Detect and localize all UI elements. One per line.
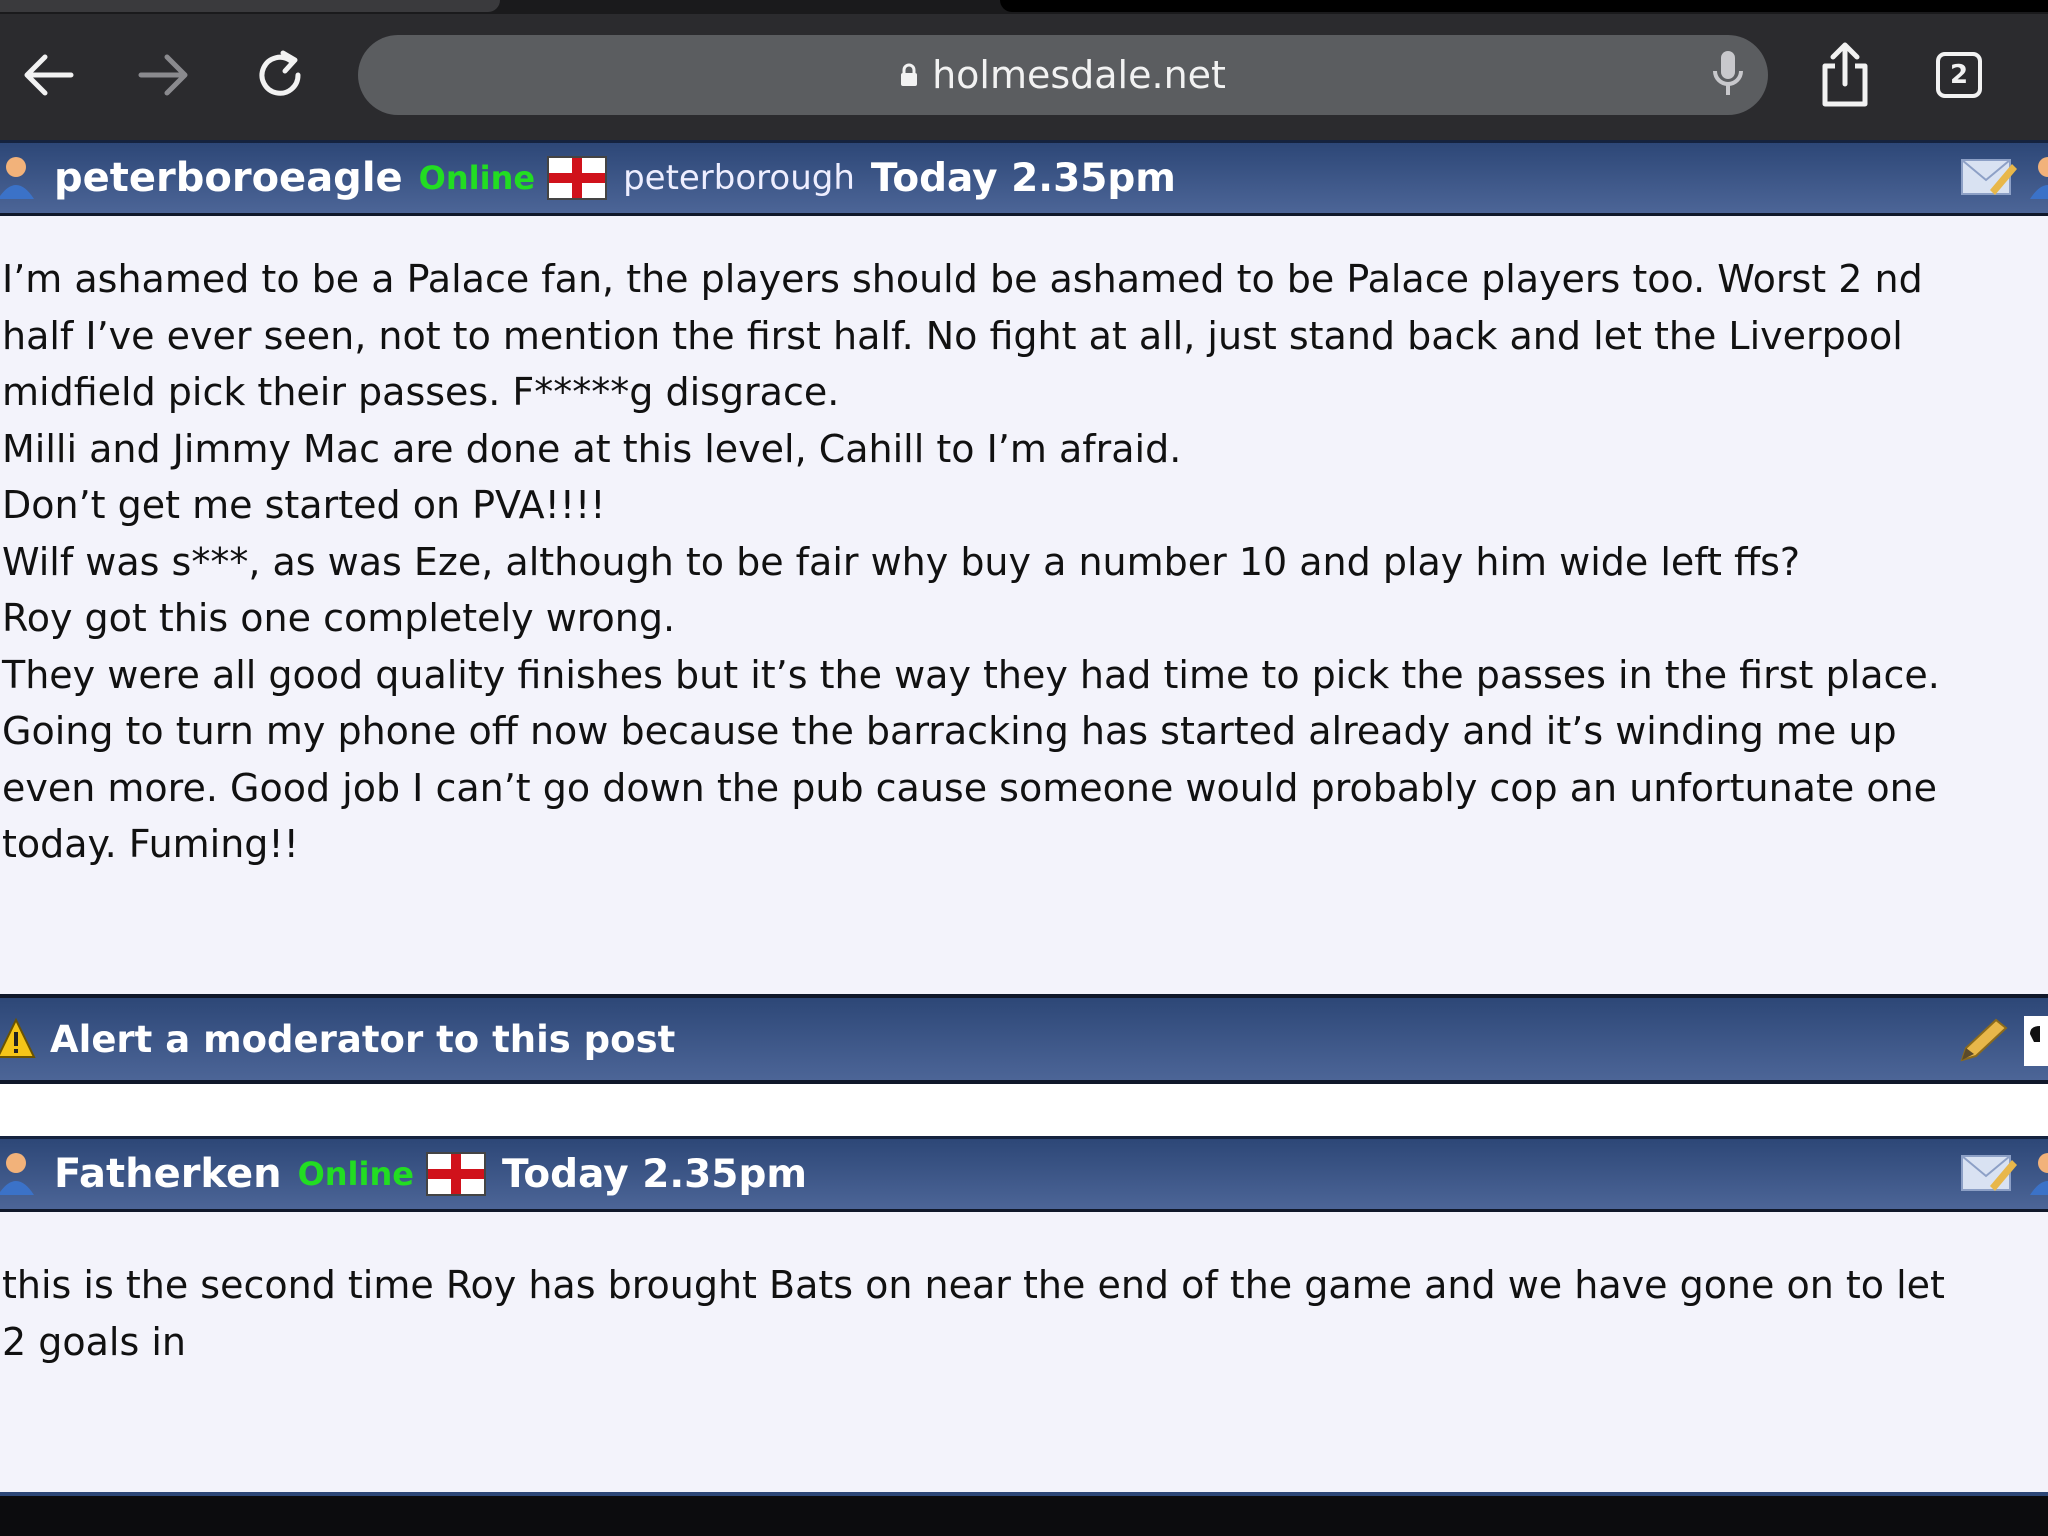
microphone-icon[interactable]	[1710, 49, 1746, 101]
back-button[interactable]	[14, 40, 84, 110]
post-text-line: Going to turn my phone off now because t…	[2, 709, 1897, 753]
post-text-line: They were all good quality finishes but …	[2, 652, 1940, 697]
online-status: Online	[297, 1155, 414, 1193]
user-profile-icon[interactable]	[2028, 153, 2048, 203]
post-time: Today 2.35pm	[870, 155, 1176, 201]
post-header: peterboroeagle Online peterborough Today…	[0, 140, 2048, 216]
post-body: I’m ashamed to be a Palace fan, the play…	[0, 251, 2048, 873]
user-icon	[0, 157, 34, 199]
post-text-line: Roy got this one completely wrong.	[2, 596, 676, 640]
post-text-line: today. Fuming!!	[2, 822, 299, 866]
lock-icon	[901, 63, 918, 86]
post-text-line: 2 goals in	[2, 1319, 186, 1364]
post-text-line: this is the second time Roy has brought …	[2, 1263, 1945, 1307]
alert-moderator-link[interactable]: Alert a moderator to this post	[50, 1018, 675, 1061]
username-link[interactable]: Fatherken	[54, 1151, 282, 1197]
private-message-icon[interactable]	[1960, 1150, 2018, 1198]
address-bar[interactable]: holmesdale.net	[358, 35, 1768, 115]
url-text: holmesdale.net	[932, 53, 1226, 97]
arrow-right-icon	[138, 54, 188, 96]
quote-icon[interactable]	[2024, 1016, 2048, 1066]
post-text-line: Wilf was s***, as was Eze, although to b…	[2, 539, 1801, 584]
tab-left[interactable]	[0, 0, 500, 12]
bottom-bar	[0, 1492, 2048, 1536]
england-flag-icon	[547, 156, 608, 200]
forward-button[interactable]	[128, 40, 198, 110]
post-text-line: Milli and Jimmy Mac are done at this lev…	[2, 426, 1182, 471]
reload-icon	[259, 50, 301, 96]
edit-pencil-icon[interactable]	[1956, 1016, 2010, 1066]
warning-icon	[0, 1017, 36, 1058]
share-icon	[1822, 42, 1868, 107]
reload-button[interactable]	[246, 40, 316, 110]
post-header: Fatherken Online Today 2.35pm	[0, 1136, 2048, 1212]
share-button[interactable]	[1810, 40, 1880, 110]
private-message-icon[interactable]	[1960, 154, 2018, 202]
post-footer: Alert a moderator to this post	[0, 994, 2048, 1084]
tab-strip	[0, 0, 2048, 14]
arrow-left-icon	[24, 54, 74, 96]
post-text-line: even more. Good job I can’t go down the …	[2, 765, 1938, 810]
post-text-line: midfield pick their passes. F*****g disg…	[2, 370, 840, 414]
username-link[interactable]: peterboroeagle	[54, 155, 403, 201]
online-status: Online	[418, 159, 536, 197]
user-icon	[0, 1153, 34, 1195]
post-text-line: half I’ve ever seen, not to mention the …	[2, 313, 1903, 358]
post-text-line: Don’t get me started on PVA!!!!	[2, 483, 606, 527]
england-flag-icon	[425, 1152, 486, 1196]
user-location: peterborough	[623, 158, 855, 198]
tab-right[interactable]	[1000, 0, 2048, 12]
user-profile-icon[interactable]	[2028, 1149, 2048, 1199]
post-separator	[0, 1084, 2048, 1136]
post-body: this is the second time Roy has brought …	[0, 1257, 2048, 1370]
tab-count: 2	[1949, 60, 1969, 90]
tabs-button[interactable]: 2	[1936, 52, 1982, 98]
post-time: Today 2.35pm	[501, 1151, 807, 1197]
browser-toolbar: holmesdale.net 2	[0, 0, 2048, 140]
post-text-line: I’m ashamed to be a Palace fan, the play…	[2, 257, 1923, 301]
